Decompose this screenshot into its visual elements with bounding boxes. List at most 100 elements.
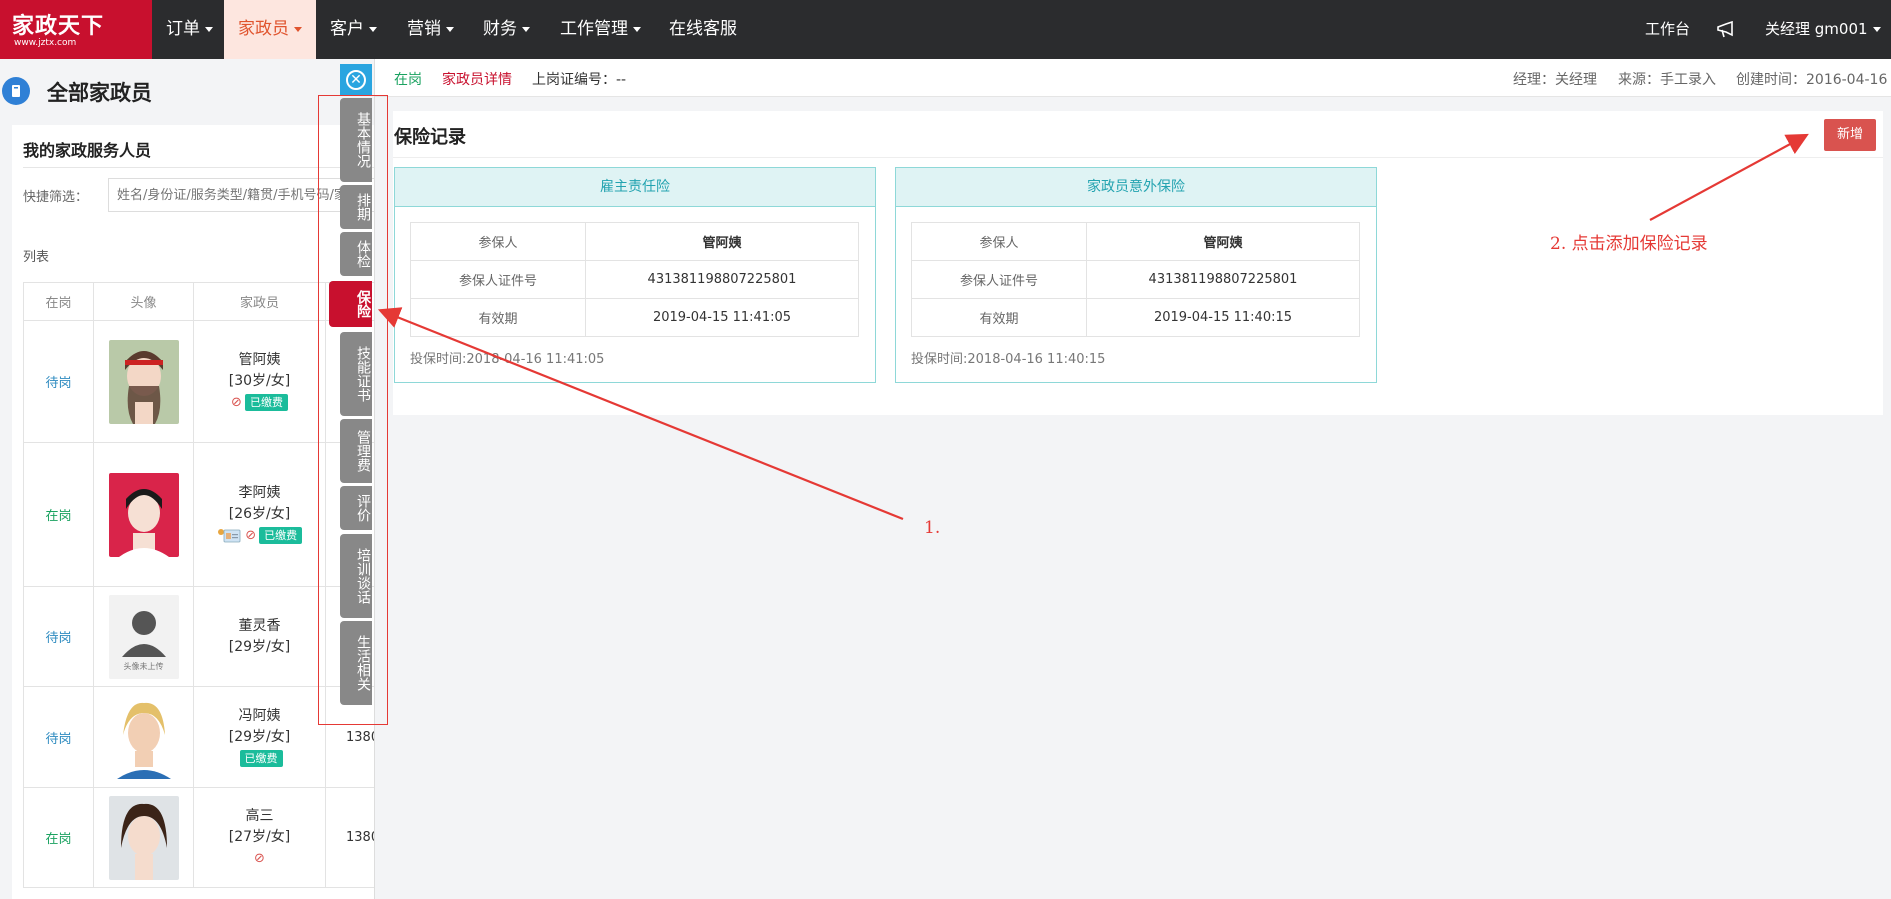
col-header-status: 在岗 xyxy=(24,283,94,320)
source-label: 来源：手工录入 xyxy=(1618,72,1716,88)
housekeeper-table: 在岗 头像 家政员 待岗 管阿姨 [30岁/女] ⊘ 已缴费 在岗 李阿姨 [2… xyxy=(23,282,375,888)
caret-down-icon xyxy=(294,26,302,32)
tab-schedule[interactable]: 排期 xyxy=(340,185,372,229)
housekeeper-detail-panel: 在岗 家政员详情 上岗证编号：-- 经理：关经理 来源：手工录入 创建时间：20… xyxy=(374,59,1891,899)
tab-skill-cert[interactable]: 技能证书 xyxy=(340,332,372,416)
avatar-cell xyxy=(94,788,194,887)
table-header: 在岗 头像 家政员 xyxy=(24,283,375,321)
status-cell[interactable]: 在岗 xyxy=(24,443,94,586)
field-key: 参保人 xyxy=(410,222,586,261)
add-insurance-button[interactable]: 新增 xyxy=(1824,119,1876,151)
person-info: [29岁/女] xyxy=(228,638,291,655)
cert-number: 上岗证编号：-- xyxy=(532,72,627,88)
paid-badge: 已缴费 xyxy=(259,527,303,544)
tab-training[interactable]: 培训谈话 xyxy=(340,534,372,618)
person-name[interactable]: 管阿姨 xyxy=(239,350,281,371)
insurance-card[interactable]: 雇主责任险 参保人 管阿姨 参保人证件号 431381198807225801 有效… xyxy=(394,167,876,383)
avatar[interactable] xyxy=(108,695,179,779)
table-row[interactable]: 待岗 头像未上传 董灵香 [29岁/女] xyxy=(24,587,375,687)
person-info: [29岁/女] xyxy=(228,728,291,745)
close-detail-button[interactable]: ✕ xyxy=(340,64,372,96)
status-cell[interactable]: 在岗 xyxy=(24,788,94,887)
tab-life[interactable]: 生活相关 xyxy=(340,621,372,705)
avatar-placeholder[interactable]: 头像未上传 xyxy=(108,594,179,679)
avatar-cell xyxy=(94,687,194,787)
field-value: 431381198807225801 xyxy=(1086,260,1360,299)
status-cell[interactable]: 待岗 xyxy=(24,587,94,686)
tab-basic-info[interactable]: 基本情况 xyxy=(340,98,372,182)
logo-brand: 家政天下 xyxy=(12,13,105,39)
insure-time: 投保时间:2018-04-16 11:40:15 xyxy=(911,352,1106,367)
caret-down-icon xyxy=(1872,27,1881,32)
col-header-name: 家政员 xyxy=(194,283,326,320)
nav-item-marketing[interactable]: 营销 xyxy=(393,0,468,59)
avatar[interactable] xyxy=(108,795,179,880)
table-row[interactable]: 待岗 冯阿姨 [29岁/女] 已缴费 1380 xyxy=(24,687,375,788)
tab-medical[interactable]: 体检 xyxy=(340,232,372,276)
person-name[interactable]: 高三 xyxy=(246,806,274,827)
field-key: 有效期 xyxy=(410,298,586,337)
detail-link[interactable]: 家政员详情 xyxy=(442,69,512,89)
paid-badge: 已缴费 xyxy=(239,749,283,767)
nav-label: 工作管理 xyxy=(560,19,628,39)
insurance-card-table: 参保人 管阿姨 参保人证件号 431381198807225801 有效期 2019-… xyxy=(911,222,1360,337)
status-cell[interactable]: 待岗 xyxy=(24,321,94,442)
person-name[interactable]: 李阿姨 xyxy=(238,483,280,504)
ban-icon: ⊘ xyxy=(231,395,242,410)
user-menu[interactable]: 关经理 gm001 xyxy=(1765,0,1881,59)
tab-management-fee[interactable]: 管理费 xyxy=(340,419,372,483)
insurance-row: 参保人证件号 431381198807225801 xyxy=(410,260,859,299)
person-info: [26岁/女] xyxy=(228,506,291,522)
person-cell: 董灵香 [29岁/女] xyxy=(194,587,326,686)
insurance-card-table: 参保人 管阿姨 参保人证件号 431381198807225801 有效期 2019-… xyxy=(410,222,859,337)
close-icon: ✕ xyxy=(346,70,366,90)
status-cell[interactable]: 待岗 xyxy=(24,687,94,787)
field-value: 2019-04-15 11:41:05 xyxy=(585,298,859,337)
page-header: 全部家政员 xyxy=(0,67,375,117)
nav-label: 客户 xyxy=(330,19,364,39)
app-logo[interactable]: 家政天下 www.jztx.com xyxy=(0,0,152,59)
table-row[interactable]: 在岗 李阿姨 [26岁/女] ⊘ 已缴费 xyxy=(24,443,375,587)
person-name[interactable]: 冯阿姨 xyxy=(239,706,281,727)
avatar[interactable] xyxy=(108,339,179,424)
insurance-card[interactable]: 家政员意外保险 参保人 管阿姨 参保人证件号 431381198807225801 … xyxy=(895,167,1377,383)
field-value: 431381198807225801 xyxy=(585,260,859,299)
logo-url: www.jztx.com xyxy=(14,38,77,48)
nav-item-finance[interactable]: 财务 xyxy=(469,0,544,59)
list-card: 列表 在岗 头像 家政员 待岗 管阿姨 [30岁/女] ⊘ 已缴费 在岗 李阿姨… xyxy=(12,229,375,899)
ban-icon: ⊘ xyxy=(254,851,265,866)
nav-label: 营销 xyxy=(407,19,441,39)
quick-filter-input[interactable] xyxy=(108,178,375,212)
tab-insurance[interactable]: 保险 xyxy=(329,281,372,327)
table-row[interactable]: 在岗 高三 [27岁/女] ⊘ 1380 xyxy=(24,788,375,888)
megaphone-icon[interactable] xyxy=(1716,0,1736,59)
detail-info-bar: 在岗 家政员详情 上岗证编号：-- 经理：关经理 来源：手工录入 创建时间：20… xyxy=(375,59,1891,97)
caret-down-icon xyxy=(446,26,454,32)
person-name[interactable]: 董灵香 xyxy=(239,616,281,637)
nav-item-housekeepers[interactable]: 家政员 xyxy=(224,0,316,59)
user-name: 关经理 gm001 xyxy=(1765,20,1868,38)
filter-label: 快捷筛选： xyxy=(23,190,89,205)
nav-item-work[interactable]: 工作管理 xyxy=(546,0,655,59)
nav-item-customers[interactable]: 客户 xyxy=(316,0,391,59)
field-value: 2019-04-15 11:40:15 xyxy=(1086,298,1360,337)
person-cell: 高三 [27岁/女] ⊘ xyxy=(194,788,326,887)
avatar[interactable] xyxy=(108,472,179,557)
caret-down-icon xyxy=(205,26,213,32)
workbench-link[interactable]: 工作台 xyxy=(1645,0,1690,59)
insurance-section-title: 保险记录 xyxy=(394,127,466,148)
ban-icon: ⊘ xyxy=(245,528,257,543)
nav-item-orders[interactable]: 订单 xyxy=(152,0,227,59)
field-key: 参保人证件号 xyxy=(911,260,1087,299)
caret-down-icon xyxy=(633,26,641,32)
section-title: 我的家政服务人员 xyxy=(23,141,152,160)
divider xyxy=(393,157,1883,158)
col-header-avatar: 头像 xyxy=(94,283,194,320)
table-row[interactable]: 待岗 管阿姨 [30岁/女] ⊘ 已缴费 xyxy=(24,321,375,443)
field-value: 管阿姨 xyxy=(1086,222,1360,261)
nav-item-online-service[interactable]: 在线客服 xyxy=(655,0,751,59)
field-value: 管阿姨 xyxy=(585,222,859,261)
insurance-records-panel: 保险记录 新增 雇主责任险 参保人 管阿姨 参保人证件号 4313811988072… xyxy=(393,111,1883,415)
top-nav: 家政天下 www.jztx.com 订单 家政员 客户 营销 财务 工作管理 在… xyxy=(0,0,1891,59)
tab-evaluation[interactable]: 评价 xyxy=(340,486,372,530)
